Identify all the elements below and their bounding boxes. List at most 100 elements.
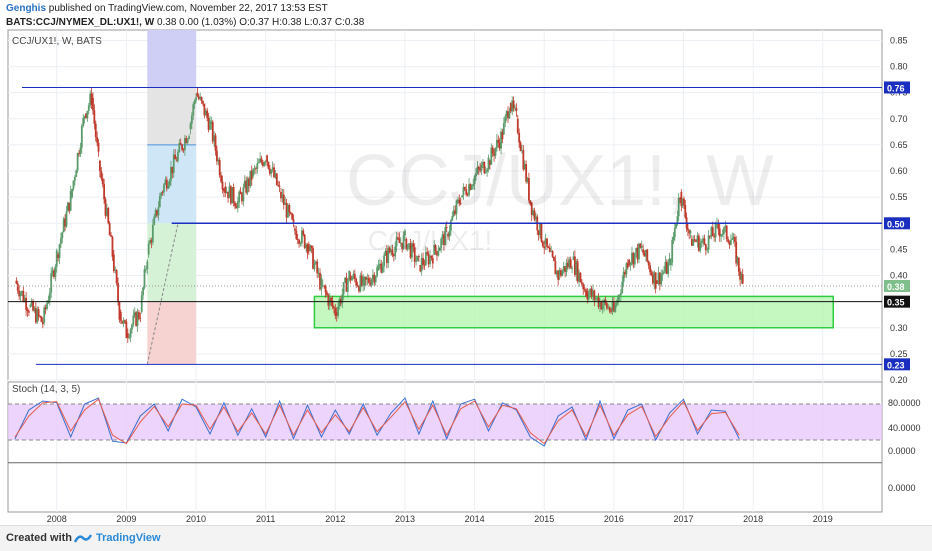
- projection-profit-zone: [147, 223, 197, 302]
- candle-body: [140, 295, 143, 313]
- candle-body: [571, 268, 573, 270]
- candle-body: [163, 184, 165, 193]
- x-tick-label: 2010: [186, 514, 206, 524]
- stoch-y-tick: 0.0000: [888, 446, 916, 456]
- candle-body: [553, 256, 555, 262]
- stoch-y-tick: 40.0000: [888, 423, 921, 433]
- candle-body: [377, 265, 380, 271]
- stoch-pane-label: Stoch (14, 3, 5): [12, 384, 80, 395]
- candle-body: [117, 283, 119, 303]
- candle-body: [193, 100, 196, 105]
- candle-body: [540, 223, 543, 242]
- candle-body: [86, 110, 89, 119]
- candle-body: [101, 178, 104, 185]
- candle-body: [741, 274, 744, 284]
- candle-body: [126, 332, 129, 338]
- stoch-pane-frame: [7, 381, 883, 513]
- candle-body: [333, 306, 335, 309]
- candle-body: [37, 309, 40, 316]
- candle-body: [700, 241, 703, 243]
- candle-body: [40, 316, 43, 322]
- candle-body: [232, 187, 235, 203]
- candle-body: [27, 311, 30, 313]
- candle-body: [615, 302, 618, 306]
- candle-body: [569, 259, 572, 269]
- candle-body: [619, 292, 622, 296]
- y-tick-label: 0.20: [890, 375, 908, 385]
- candle-body: [663, 271, 665, 273]
- candle-body: [671, 240, 674, 263]
- candle-body: [543, 246, 546, 249]
- price-label-text: 0.50: [887, 219, 905, 229]
- candle-body: [669, 262, 672, 266]
- candle-body: [270, 169, 273, 174]
- candle-body: [196, 92, 199, 97]
- candle-body: [99, 160, 101, 172]
- candle-body: [717, 223, 720, 230]
- candle-body: [675, 223, 678, 229]
- candle-body: [737, 257, 740, 272]
- candle-body: [25, 297, 28, 310]
- candle-body: [316, 261, 319, 274]
- candle-body: [186, 138, 189, 144]
- candle-body: [242, 187, 245, 202]
- candle-body: [128, 337, 131, 339]
- watermark-sub: CCJ/UX1!: [368, 225, 492, 256]
- candle-body: [181, 144, 184, 150]
- candle-body: [640, 245, 643, 248]
- y-tick-label: 0.65: [890, 140, 908, 150]
- candle-body: [733, 237, 736, 242]
- candle-body: [153, 216, 156, 225]
- candle-body: [73, 177, 76, 181]
- candle-body: [504, 116, 507, 124]
- candle-body: [65, 211, 68, 227]
- price-pane-label: CCJ/UX1!, W, BATS: [12, 36, 102, 47]
- watermark: CCJ/UX1!, W: [346, 141, 774, 221]
- candle-body: [383, 255, 385, 267]
- chart-svg[interactable]: 2008 2009 2010 2011 2012 2013 2014 2015 2016 2017…: [0, 0, 932, 525]
- candle-body: [202, 101, 204, 104]
- candle-body: [112, 254, 115, 272]
- candle-body: [330, 297, 333, 301]
- candle-body: [668, 258, 671, 263]
- candle-body: [686, 228, 689, 231]
- candle-body: [60, 238, 62, 245]
- candle-body: [422, 258, 424, 265]
- candle-body: [263, 162, 266, 166]
- candle-body: [298, 239, 301, 244]
- candle-body: [642, 249, 645, 253]
- candle-body: [646, 249, 649, 262]
- candle-body: [706, 249, 709, 251]
- candle-body: [295, 230, 298, 240]
- tradingview-logo-icon: [73, 532, 93, 547]
- candle-body: [107, 208, 110, 224]
- stoch-y-tick: 80.0000: [888, 398, 921, 408]
- candle-body: [614, 305, 617, 313]
- candle-body: [650, 272, 653, 275]
- candle-body: [353, 273, 356, 279]
- candle-body: [302, 230, 305, 235]
- y-tick-label: 0.70: [890, 114, 908, 124]
- candle-body: [108, 223, 111, 236]
- candle-body: [115, 270, 118, 284]
- candle-body: [96, 137, 99, 143]
- candle-body: [431, 258, 434, 264]
- projection-target-zone: [147, 144, 197, 224]
- candle-body: [266, 155, 268, 162]
- candle-body: [267, 161, 270, 169]
- candle-body: [693, 239, 696, 241]
- candle-body: [723, 227, 725, 235]
- candle-body: [667, 262, 670, 274]
- candle-body: [234, 202, 236, 207]
- candle-body: [370, 279, 373, 286]
- created-with-label: Created with: [6, 532, 73, 544]
- candle-body: [97, 142, 100, 152]
- candle-body: [714, 223, 717, 238]
- candle-body: [177, 151, 179, 161]
- candle-body: [48, 292, 51, 301]
- candle-body: [100, 171, 103, 179]
- tradingview-brand-link[interactable]: TradingView: [96, 532, 161, 544]
- candle-body: [704, 244, 707, 251]
- candle-body: [144, 269, 147, 270]
- candle-body: [548, 247, 551, 252]
